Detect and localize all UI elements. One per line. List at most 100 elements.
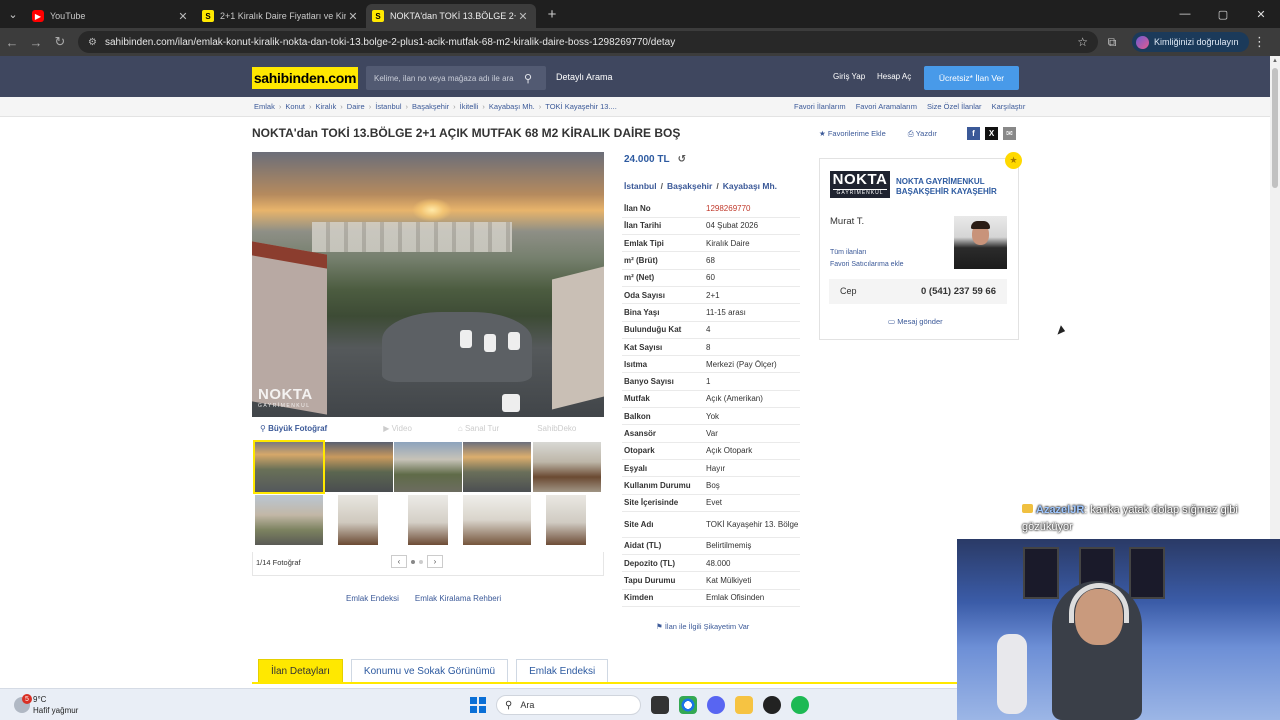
extensions-icon[interactable]: ⧉ [1098,35,1126,50]
new-tab-button[interactable]: + [540,6,564,23]
breadcrumb-item[interactable]: İstanbul [375,102,401,111]
forward-icon[interactable]: → [24,35,48,50]
location-city[interactable]: İstanbul [624,181,657,191]
office-logo[interactable]: NOKTA GAYRİMENKUL [830,171,890,198]
photo-thumbnail[interactable] [533,442,601,492]
pager-dot[interactable] [419,559,423,564]
tab-rent-prices[interactable]: S 2+1 Kiralık Daire Fiyatları ve Kir ✕ [196,4,366,28]
spotify-icon[interactable] [791,696,809,714]
tab-search-chevron-icon[interactable]: ⌄ [0,0,26,28]
file-explorer-icon[interactable] [735,696,753,714]
next-page-button[interactable]: › [427,555,443,568]
breadcrumb-item[interactable]: Başakşehir [412,102,449,111]
phone-number[interactable]: 0 (541) 237 59 66 [921,286,996,297]
photo-thumbnail[interactable] [463,495,531,545]
favorite-searches-link[interactable]: Favori Aramalarım [856,102,917,111]
location-neighborhood[interactable]: Kayabaşı Mh. [723,181,777,191]
close-window-icon[interactable]: ✕ [1242,0,1280,28]
tab-location-street-view[interactable]: Konumu ve Sokak Görünümü [350,659,509,683]
photo-thumbnail[interactable] [338,495,378,545]
send-message-link[interactable]: ▭ Mesaj gönder [888,317,943,326]
photo-thumbnail[interactable] [546,495,586,545]
chrome-icon[interactable] [679,696,697,714]
compare-link[interactable]: Karşılaştır [992,102,1026,111]
breadcrumb-item[interactable]: Emlak [254,102,275,111]
bookmark-star-icon[interactable]: ☆ [1077,35,1088,49]
real-estate-index-link[interactable]: Emlak Endeksi [346,594,399,603]
report-listing-link[interactable]: ⚑ İlan ile İlgili Şikayetim Var [656,622,749,631]
login-link[interactable]: Giriş Yap [833,72,865,81]
tab-real-estate-index[interactable]: Emlak Endeksi [516,659,609,683]
breadcrumb-item[interactable]: Daire [347,102,365,111]
url-field[interactable]: ⚙ sahibinden.com/ilan/emlak-konut-kirali… [78,31,1098,53]
back-icon[interactable]: ← [0,35,24,50]
scroll-up-icon[interactable]: ▲ [1270,58,1280,64]
search-icon[interactable]: ⚲ [524,72,532,85]
office-name[interactable]: NOKTA GAYRİMENKUL BAŞAKŞEHİR KAYAŞEHİR [896,177,1006,197]
tab-close-icon[interactable]: ✕ [176,10,190,23]
search-input[interactable] [374,73,524,83]
detail-key: Oda Sayısı [622,286,706,305]
reload-icon[interactable]: ↻ [48,34,72,50]
x-icon[interactable]: X [985,127,998,140]
cloud-rain-icon: 5 [14,694,32,713]
profile-button[interactable]: Kimliğinizi doğrulayın [1132,32,1249,52]
advanced-search-link[interactable]: Detaylı Arama [556,72,613,82]
price-history-icon[interactable]: ↺ [678,154,686,165]
breadcrumb-item[interactable]: TOKİ Kayaşehir 13.... [545,102,617,111]
mail-icon[interactable]: ✉ [1003,127,1016,140]
register-link[interactable]: Hesap Aç [877,72,911,81]
weather-widget[interactable]: 5 9°C Hafif yağmur [14,694,78,716]
photo-thumbnail[interactable] [325,442,393,492]
task-view-icon[interactable] [651,696,669,714]
tab-close-icon[interactable]: ✕ [516,10,530,23]
breadcrumb-item[interactable]: Kayabaşı Mh. [489,102,535,111]
obs-icon[interactable] [763,696,781,714]
print-button[interactable]: ⎙ Yazdır [908,129,937,139]
detail-key: Site Adı [622,511,706,538]
scrollbar-thumb[interactable] [1272,68,1278,188]
rental-guide-link[interactable]: Emlak Kiralama Rehberi [415,594,501,603]
photo-thumbnail[interactable] [253,440,325,494]
photo-thumbnail[interactable] [255,495,323,545]
tab-listing[interactable]: S NOKTA'dan TOKİ 13.BÖLGE 2+1 ✕ [366,4,536,28]
photo-thumbnail[interactable] [463,442,531,492]
webcam-overlay [957,539,1280,720]
windows-start-icon[interactable] [470,697,486,713]
breadcrumb-item[interactable]: Kiralık [315,102,336,111]
photo-thumbnail[interactable] [394,442,462,492]
post-ad-button[interactable]: Ücretsiz* İlan Ver [924,66,1019,90]
tab-youtube[interactable]: ▶ YouTube ✕ [26,4,196,28]
photo-distant-buildings [312,222,512,252]
detail-value: Açık (Amerikan) [706,390,800,409]
taskbar-search[interactable]: ⚲ Ara [496,695,641,715]
weather-condition: Hafif yağmur [33,706,79,715]
minimize-icon[interactable]: — [1166,0,1204,28]
main-photo[interactable]: NOKTA GAYRİMENKUL [252,152,604,417]
photo-thumbnail[interactable] [408,495,448,545]
prev-page-button[interactable]: ‹ [391,555,407,568]
tab-label: 2+1 Kiralık Daire Fiyatları ve Kir [220,11,346,21]
detail-value: 04 Şubat 2026 [706,217,800,236]
pager-dot[interactable] [411,559,415,564]
facebook-icon[interactable]: f [967,127,980,140]
detail-key: m² (Brüt) [622,251,706,270]
favorite-listings-link[interactable]: Favori İlanlarım [794,102,846,111]
site-logo[interactable]: sahibinden.com [252,67,358,89]
menu-kebab-icon[interactable]: ⋮ [1249,34,1271,50]
breadcrumb-item[interactable]: İkitelli [460,102,479,111]
favorite-seller-link[interactable]: Favori Satıcılarıma ekle [830,261,904,268]
maximize-icon[interactable]: ▢ [1204,0,1242,28]
sahibinden-icon: S [372,10,384,22]
special-listings-link[interactable]: Size Özel İlanlar [927,102,982,111]
printer-icon: ⎙ [907,129,914,138]
add-favorite-button[interactable]: ★ Favorilerime Ekle [819,129,886,139]
tab-close-icon[interactable]: ✕ [346,10,360,23]
discord-icon[interactable] [707,696,725,714]
breadcrumb-item[interactable]: Konut [285,102,305,111]
all-listings-link[interactable]: Tüm ilanları [830,249,867,256]
tab-listing-details[interactable]: İlan Detayları [258,659,343,683]
location-district[interactable]: Başakşehir [667,181,712,191]
big-photo-button[interactable]: ⚲ Büyük Fotoğraf [260,424,327,433]
site-info-icon[interactable]: ⚙ [88,37,97,48]
